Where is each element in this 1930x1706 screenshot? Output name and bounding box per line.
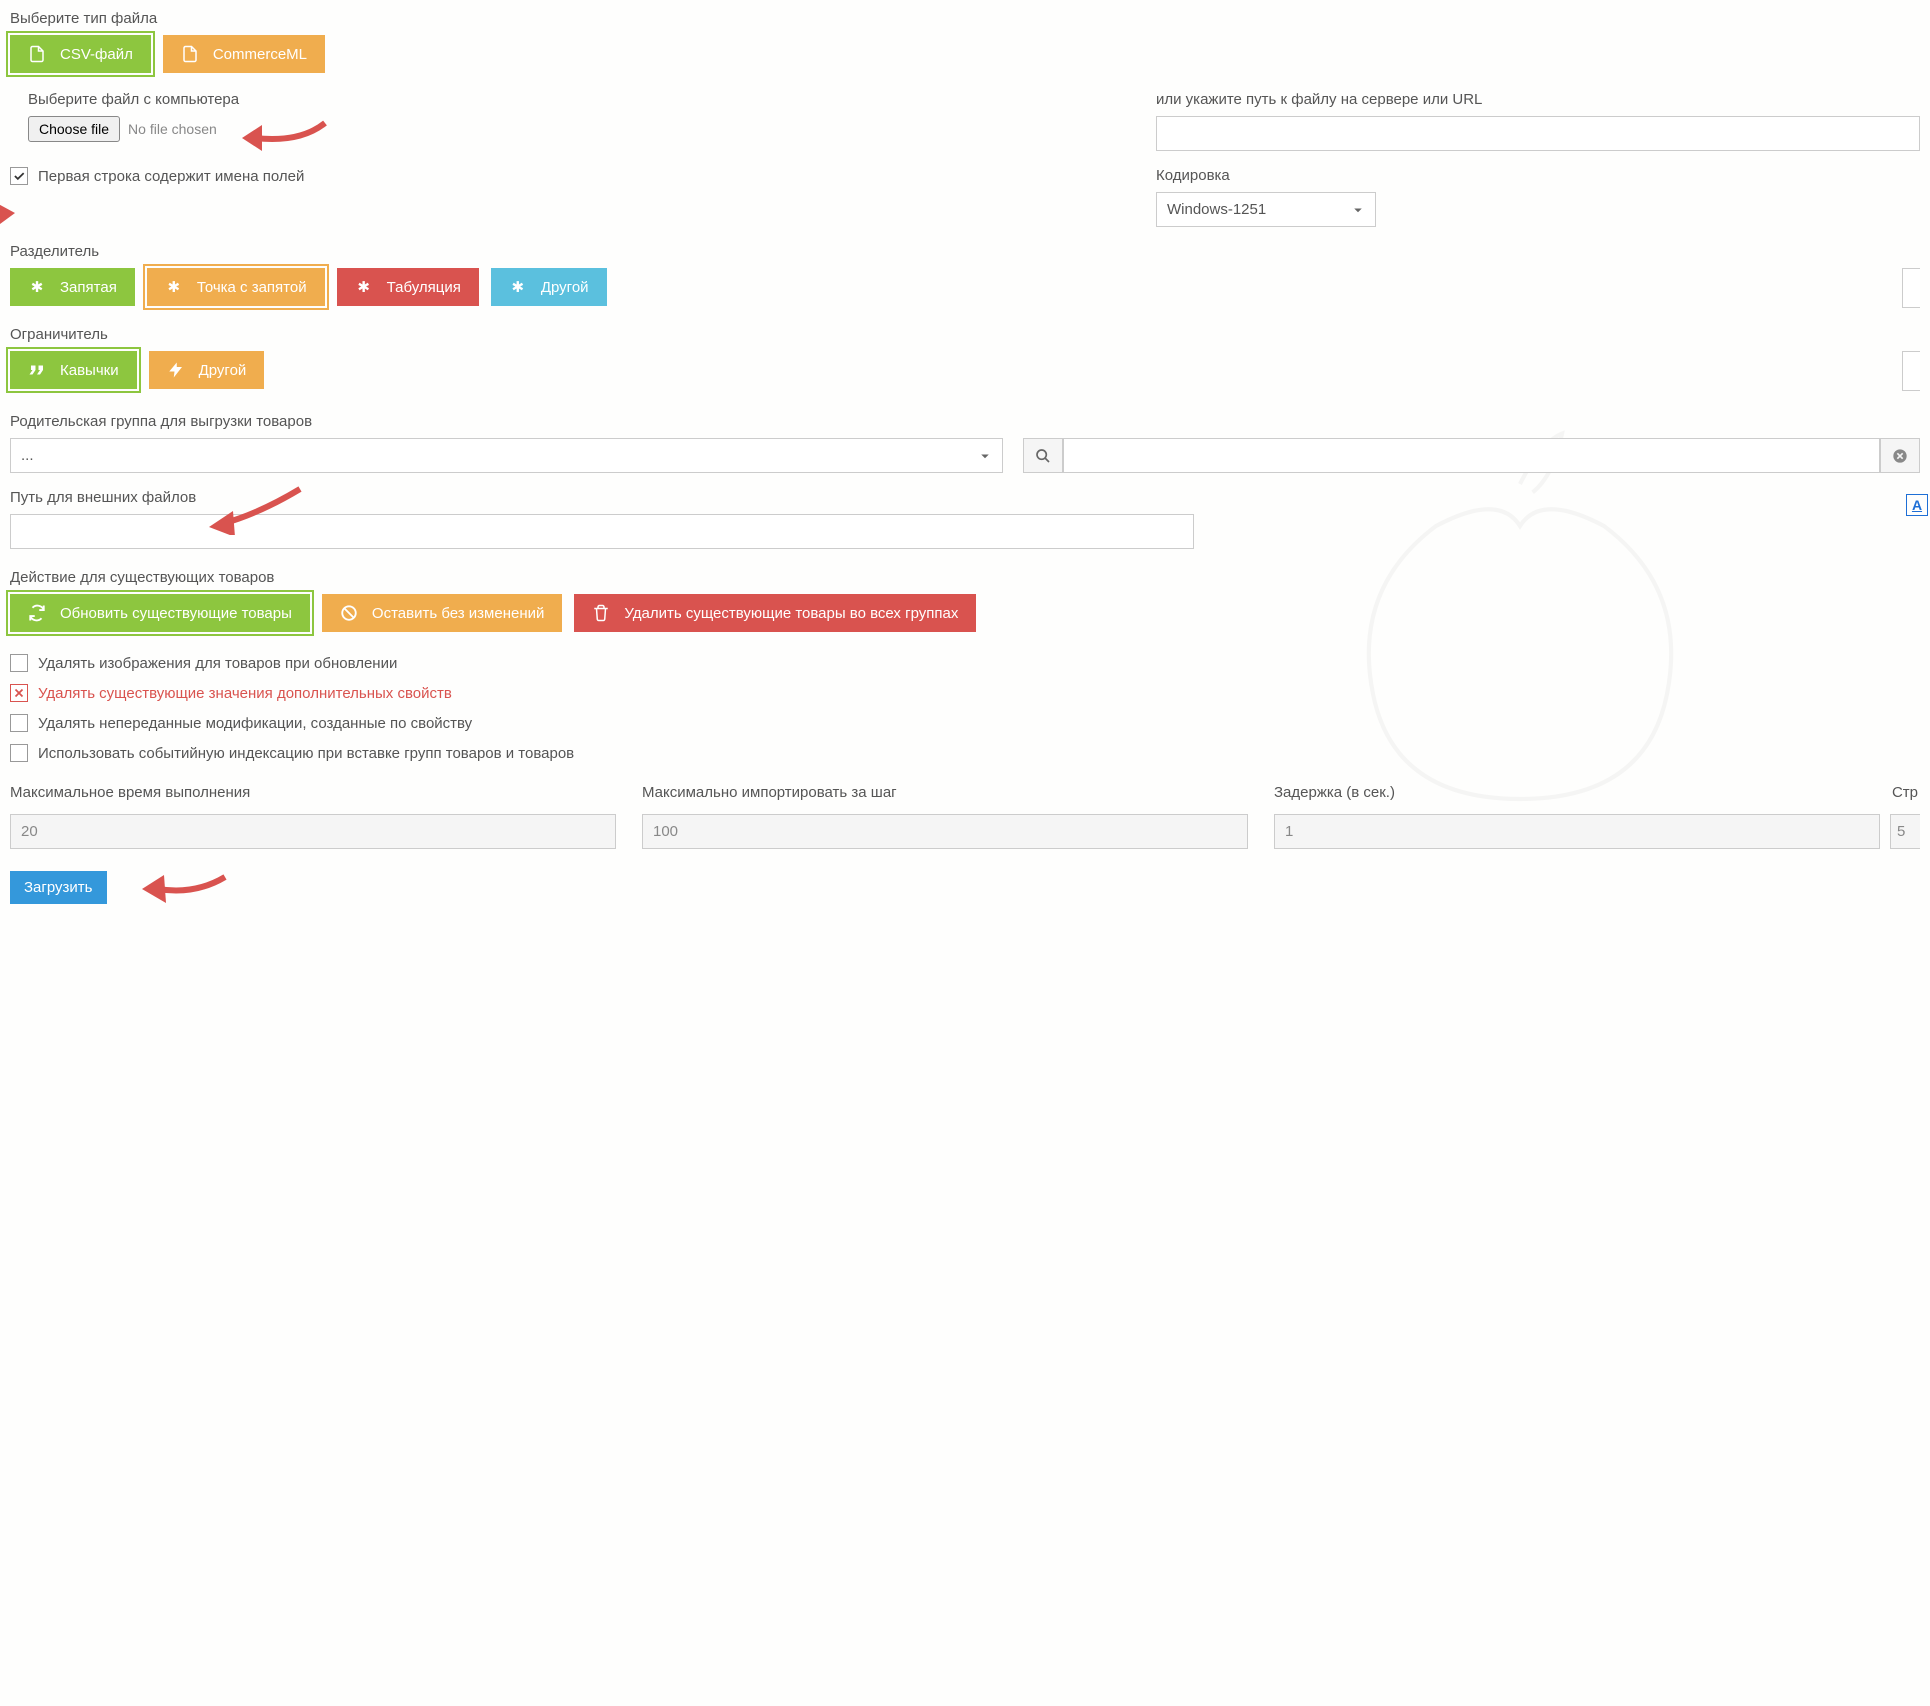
asterisk-icon: ✱ [355, 278, 373, 296]
delete-props-label: Удалять существующие значения дополнител… [38, 685, 452, 702]
arrow-annotation [0, 195, 15, 231]
external-path-input[interactable] [10, 514, 1194, 549]
delete-mods-checkbox[interactable] [10, 714, 28, 732]
max-time-label: Максимальное время выполнения [10, 784, 616, 806]
partial-input[interactable] [1890, 814, 1920, 849]
delimiter-semicolon-button[interactable]: ✱ Точка с запятой [147, 268, 325, 306]
delete-props-checkbox[interactable] [10, 684, 28, 702]
delimiter-label: Разделитель [10, 243, 1920, 260]
event-index-label: Использовать событийную индексацию при в… [38, 745, 574, 762]
no-file-chosen-text: No file chosen [128, 121, 217, 137]
quote-label: Ограничитель [10, 326, 1920, 343]
event-index-checkbox[interactable] [10, 744, 28, 762]
quote-quotes-button[interactable]: Кавычки [10, 351, 137, 389]
commerceml-button[interactable]: CommerceML [163, 35, 325, 73]
max-time-input[interactable] [10, 814, 616, 849]
first-row-fields-label: Первая строка содержит имена полей [38, 168, 304, 185]
delimiter-comma-button[interactable]: ✱ Запятая [10, 268, 135, 306]
first-row-fields-checkbox[interactable] [10, 167, 28, 185]
search-input[interactable] [1063, 438, 1880, 473]
delete-existing-button[interactable]: Удалить существующие товары во всех груп… [574, 594, 976, 632]
keep-existing-button[interactable]: Оставить без изменений [322, 594, 562, 632]
cutoff-input [1902, 268, 1920, 308]
file-icon [28, 45, 46, 63]
encoding-select[interactable]: Windows-1251 [1156, 192, 1376, 227]
existing-action-label: Действие для существующих товаров [10, 569, 1920, 586]
delimiter-other-button[interactable]: ✱ Другой [491, 268, 607, 306]
update-existing-button[interactable]: Обновить существующие товары [10, 594, 310, 632]
per-step-input[interactable] [642, 814, 1248, 849]
cutoff-input [1902, 351, 1920, 391]
delete-mods-label: Удалять непереданные модификации, создан… [38, 715, 472, 732]
delete-images-checkbox[interactable] [10, 654, 28, 672]
arrow-annotation [140, 867, 230, 907]
asterisk-icon: ✱ [165, 278, 183, 296]
server-path-label: или укажите путь к файлу на сервере или … [1156, 91, 1920, 108]
choose-file-button[interactable]: Choose file [28, 116, 120, 142]
asterisk-icon: ✱ [509, 278, 527, 296]
server-path-input[interactable] [1156, 116, 1920, 151]
clear-search-button[interactable] [1880, 438, 1920, 473]
submit-button[interactable]: Загрузить [10, 871, 107, 904]
encoding-label: Кодировка [1156, 167, 1920, 184]
refresh-icon [28, 604, 46, 622]
quote-icon [28, 361, 46, 379]
asterisk-icon: ✱ [28, 278, 46, 296]
file-icon [181, 45, 199, 63]
per-step-label: Максимально импортировать за шаг [642, 784, 1248, 806]
trash-icon [592, 604, 610, 622]
parent-group-select[interactable]: ... [10, 438, 1003, 473]
delimiter-tab-button[interactable]: ✱ Табуляция [337, 268, 479, 306]
search-button[interactable] [1023, 438, 1063, 473]
parent-group-label: Родительская группа для выгрузки товаров [10, 413, 1920, 430]
delay-label: Задержка (в сек.) [1274, 784, 1880, 806]
file-type-label: Выберите тип файла [10, 10, 1920, 27]
delay-input[interactable] [1274, 814, 1880, 849]
bolt-icon [167, 361, 185, 379]
csv-file-button[interactable]: CSV-файл [10, 35, 151, 73]
quote-other-button[interactable]: Другой [149, 351, 265, 389]
ban-icon [340, 604, 358, 622]
partial-label: Стр [1892, 784, 1918, 801]
local-file-label: Выберите файл с компьютера [28, 91, 1136, 108]
delete-images-label: Удалять изображения для товаров при обно… [38, 655, 397, 672]
external-path-label: Путь для внешних файлов [10, 489, 1920, 506]
